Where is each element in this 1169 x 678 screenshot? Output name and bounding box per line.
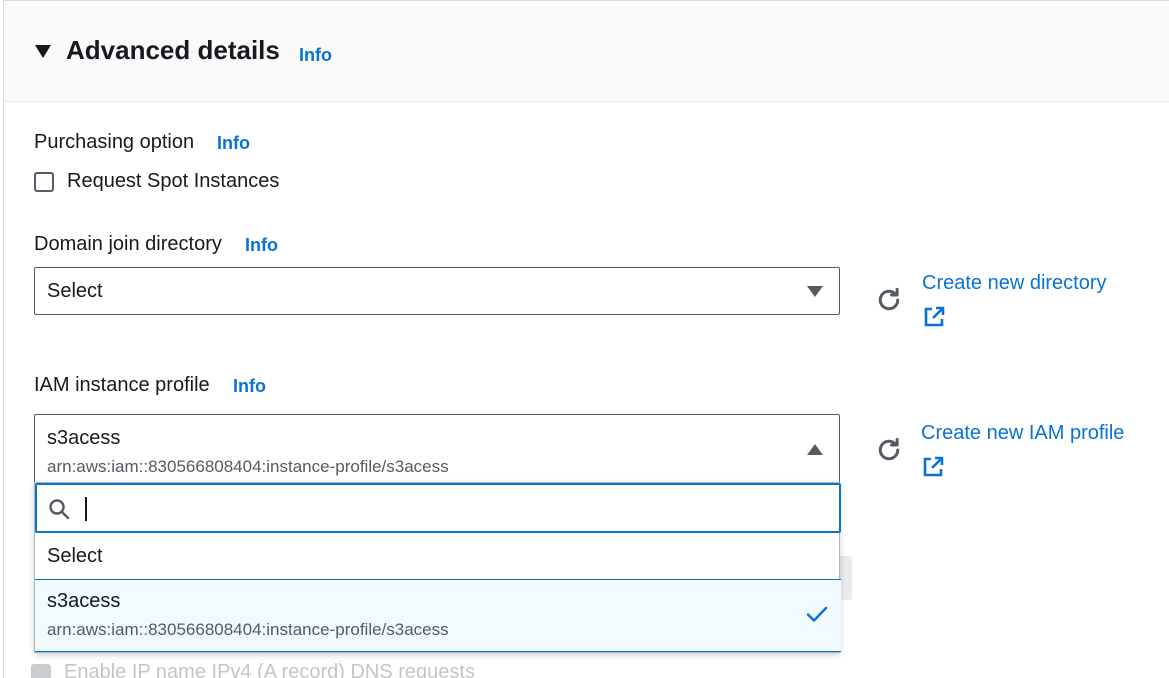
domain-join-select[interactable]: Select: [34, 267, 840, 315]
iam-profile-select[interactable]: s3acess arn:aws:iam::830566808404:instan…: [34, 414, 840, 484]
dropdown-option-label: s3acess: [47, 590, 121, 612]
text-cursor: [85, 497, 87, 521]
purchasing-option-label: Purchasing option: [34, 131, 195, 153]
dropdown-option-label: Select: [47, 545, 103, 567]
iam-profile-info-link[interactable]: Info: [233, 376, 266, 397]
iam-profile-label: IAM instance profile: [34, 374, 210, 396]
request-spot-label[interactable]: Request Spot Instances: [67, 170, 279, 193]
dropdown-option-arn: arn:aws:iam::830566808404:instance-profi…: [47, 620, 449, 639]
purchasing-option-info-link[interactable]: Info: [217, 133, 250, 154]
iam-profile-dropdown: Select s3acess arn:aws:iam::830566808404…: [34, 482, 841, 653]
create-new-iam-profile-link[interactable]: Create new IAM profile: [921, 422, 1124, 445]
create-new-directory-link[interactable]: Create new directory: [922, 272, 1107, 295]
panel-header[interactable]: Advanced details Info: [4, 1, 1169, 102]
iam-profile-select-arn: arn:aws:iam::830566808404:instance-profi…: [47, 457, 449, 476]
dns-ipv4-label: Enable IP name IPv4 (A record) DNS reque…: [64, 661, 475, 678]
panel-title: Advanced details: [66, 35, 280, 65]
dns-ipv4-checkbox[interactable]: [31, 664, 51, 678]
caret-up-icon: [807, 444, 823, 455]
dropdown-option-select[interactable]: Select: [35, 533, 841, 579]
request-spot-checkbox[interactable]: [34, 172, 54, 192]
check-icon: [806, 606, 828, 622]
domain-join-select-value: Select: [47, 280, 103, 302]
caret-down-icon: [807, 286, 823, 297]
iam-profile-select-value: s3acess: [47, 427, 121, 449]
external-link-icon[interactable]: [922, 305, 946, 329]
refresh-icon[interactable]: [874, 285, 904, 315]
caret-down-icon[interactable]: [35, 45, 51, 58]
advanced-details-info-link[interactable]: Info: [299, 45, 332, 66]
external-link-icon[interactable]: [921, 455, 945, 479]
dropdown-search-input[interactable]: [35, 483, 841, 533]
domain-join-info-link[interactable]: Info: [245, 235, 278, 256]
domain-join-label: Domain join directory: [34, 233, 222, 255]
search-icon: [49, 499, 70, 520]
dropdown-option-s3acess[interactable]: s3acess arn:aws:iam::830566808404:instan…: [35, 579, 841, 652]
refresh-icon[interactable]: [874, 435, 904, 465]
